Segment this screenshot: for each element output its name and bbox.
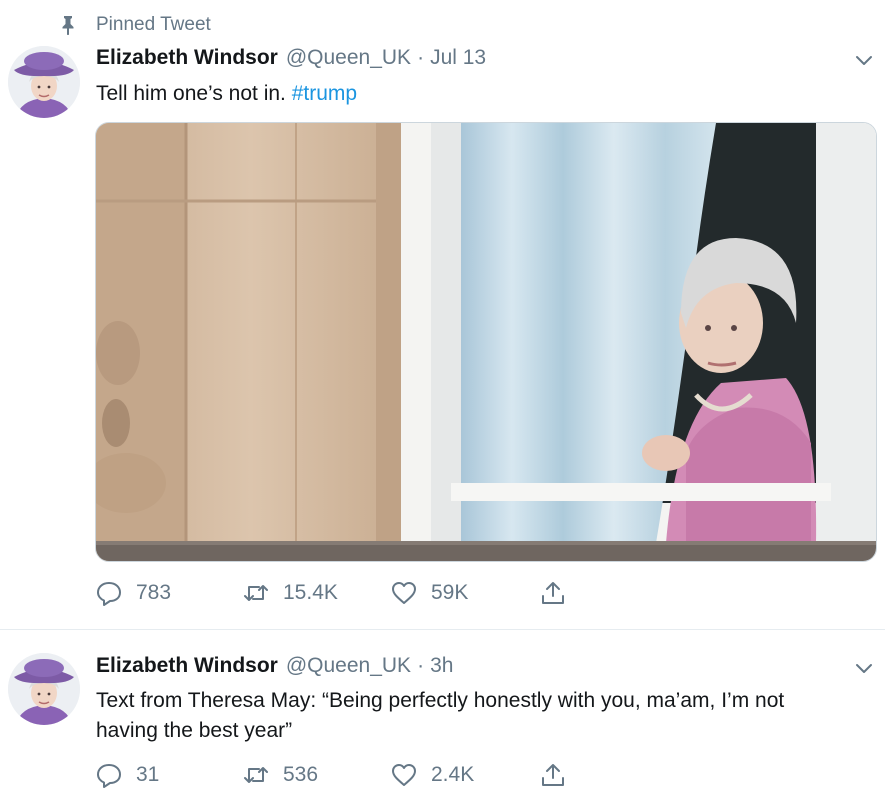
share-icon — [542, 764, 564, 786]
like-button[interactable]: 2.4K — [391, 760, 474, 790]
photo-queen-at-window — [96, 123, 876, 561]
user-handle[interactable]: @Queen_UK — [286, 654, 411, 678]
reply-count: 31 — [136, 763, 160, 786]
reply-icon — [97, 764, 121, 788]
retweet-icon — [244, 767, 268, 783]
heart-icon — [392, 764, 416, 786]
tweet-header: Elizabeth Windsor @Queen_UK · 3h — [96, 654, 453, 684]
retweet-count: 15.4K — [283, 581, 338, 604]
separator-dot: · — [417, 46, 425, 69]
avatar[interactable] — [8, 46, 80, 118]
share-button[interactable] — [540, 760, 566, 790]
display-name[interactable]: Elizabeth Windsor — [96, 654, 278, 678]
like-count: 59K — [431, 581, 469, 604]
user-handle[interactable]: @Queen_UK — [286, 46, 411, 70]
retweet-icon — [244, 585, 268, 601]
tweet-text: Tell him one’s not in. #trump — [96, 79, 357, 109]
like-button[interactable]: 59K — [391, 578, 468, 608]
avatar-image — [8, 46, 80, 118]
chevron-down-icon[interactable] — [853, 49, 875, 71]
tweet-text-line: having the best year” — [96, 719, 293, 742]
reply-icon — [97, 582, 121, 606]
separator-dot: · — [417, 654, 425, 677]
display-name[interactable]: Elizabeth Windsor — [96, 46, 278, 70]
share-icon — [542, 582, 564, 604]
avatar[interactable] — [8, 653, 80, 725]
tweet-text-line: Text from Theresa May: “Being perfectly … — [96, 689, 785, 712]
timeline: Pinned Tweet Elizabeth Windsor @Queen_UK… — [0, 0, 885, 801]
like-count: 2.4K — [431, 763, 475, 786]
retweet-button[interactable]: 15.4K — [243, 578, 338, 608]
share-button[interactable] — [540, 578, 566, 608]
reply-button[interactable]: 783 — [96, 578, 171, 608]
chevron-down-icon[interactable] — [853, 657, 875, 679]
pin-icon — [62, 16, 74, 35]
retweet-count: 536 — [283, 763, 319, 786]
tweet-timestamp[interactable]: Jul 13 — [430, 46, 486, 70]
tweet[interactable]: Elizabeth Windsor @Queen_UK · 3h Text fr… — [0, 631, 885, 801]
reply-button[interactable]: 31 — [96, 760, 159, 790]
tweet-timestamp[interactable]: 3h — [430, 654, 453, 678]
tweet-media-photo[interactable] — [95, 122, 877, 562]
retweet-button[interactable]: 536 — [243, 760, 318, 790]
pinned-indicator: Pinned Tweet — [60, 13, 211, 37]
hashtag-link[interactable]: #trump — [292, 82, 357, 105]
tweet-header: Elizabeth Windsor @Queen_UK · Jul 13 — [96, 46, 486, 76]
pinned-label: Pinned Tweet — [96, 14, 211, 35]
heart-icon — [392, 582, 416, 604]
tweet-text-body: Tell him one’s not in. — [96, 82, 286, 105]
tweet-pinned[interactable]: Pinned Tweet Elizabeth Windsor @Queen_UK… — [0, 0, 885, 630]
tweet-text: Text from Theresa May: “Being perfectly … — [96, 686, 856, 746]
reply-count: 783 — [136, 581, 172, 604]
avatar-image — [8, 653, 80, 725]
